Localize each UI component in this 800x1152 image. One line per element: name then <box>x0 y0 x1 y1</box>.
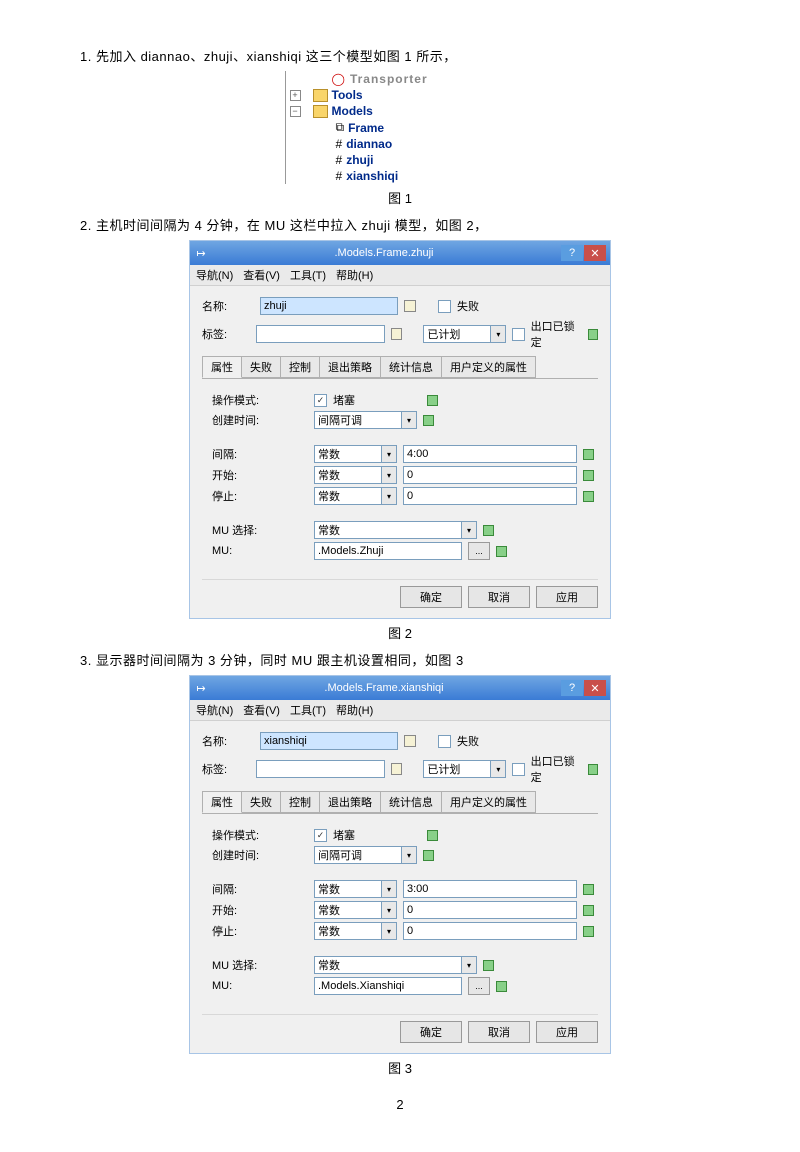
instruction-3: 3. 显示器时间间隔为 3 分钟，同时 MU 跟主机设置相同，如图 3 <box>80 650 720 669</box>
stop-field[interactable]: 0 <box>403 922 577 940</box>
interval-field[interactable]: 4:00 <box>403 445 577 463</box>
window-title: .Models.Frame.zhuji <box>208 247 560 259</box>
tab-userattr[interactable]: 用户定义的属性 <box>441 356 536 378</box>
window-title: .Models.Frame.xianshiqi <box>208 682 560 694</box>
tree-item: Models <box>332 104 373 118</box>
titlebar[interactable]: ↦ .Models.Frame.xianshiqi ? ✕ <box>190 676 610 700</box>
tag-field[interactable] <box>256 760 385 778</box>
tag-label: 标签: <box>202 326 250 342</box>
window-icon: ↦ <box>194 247 208 260</box>
tabs: 属性 失败 控制 退出策略 统计信息 用户定义的属性 <box>202 356 598 379</box>
tab-exit[interactable]: 退出策略 <box>319 356 381 378</box>
lock-checkbox[interactable] <box>512 328 524 341</box>
instruction-1: 1. 先加入 diannao、zhuji、xianshiqi 这三个模型如图 1… <box>80 46 720 65</box>
instruction-2: 2. 主机时间间隔为 4 分钟，在 MU 这栏中拉入 zhuji 模型，如图 2… <box>80 215 720 234</box>
tag-field[interactable] <box>256 325 385 343</box>
tab-exit[interactable]: 退出策略 <box>319 791 381 813</box>
tab-attributes[interactable]: 属性 <box>202 356 242 378</box>
apply-button[interactable]: 应用 <box>536 586 598 608</box>
start-field[interactable]: 0 <box>403 466 577 484</box>
close-icon[interactable]: ✕ <box>584 680 606 696</box>
close-icon[interactable]: ✕ <box>584 245 606 261</box>
browse-button[interactable]: ... <box>468 542 490 560</box>
model-tree: ◯ Transporter + Tools − Models ⧉ Frame #… <box>285 71 516 184</box>
mu-field[interactable]: .Models.Zhuji <box>314 542 462 560</box>
tab-control[interactable]: 控制 <box>280 791 320 813</box>
tab-control[interactable]: 控制 <box>280 356 320 378</box>
window-icon: ↦ <box>194 682 208 695</box>
page-number: 2 <box>80 1097 720 1112</box>
lock-icon[interactable] <box>391 328 402 340</box>
dialog-zhuji: ↦ .Models.Frame.zhuji ? ✕ 导航(N)查看(V)工具(T… <box>189 240 611 619</box>
tab-stats[interactable]: 统计信息 <box>380 791 442 813</box>
browse-button[interactable]: ... <box>468 977 490 995</box>
name-field[interactable]: xianshiqi <box>260 732 398 750</box>
tree-item: Tools <box>332 88 363 102</box>
ok-button[interactable]: 确定 <box>400 1021 462 1043</box>
tab-stats[interactable]: 统计信息 <box>380 356 442 378</box>
tree-item: diannao <box>346 137 392 151</box>
dialog-xianshiqi: ↦ .Models.Frame.xianshiqi ? ✕ 导航(N)查看(V)… <box>189 675 611 1054</box>
caption-fig1: 图 1 <box>80 188 720 207</box>
caption-fig2: 图 2 <box>80 623 720 642</box>
green-icon[interactable] <box>427 395 438 406</box>
tree-item: xianshiqi <box>346 169 398 183</box>
apply-button[interactable]: 应用 <box>536 1021 598 1043</box>
lock-icon[interactable] <box>404 300 416 312</box>
green-icon[interactable] <box>588 329 598 340</box>
fail-checkbox[interactable] <box>438 300 451 313</box>
green-icon[interactable] <box>423 415 434 426</box>
cancel-button[interactable]: 取消 <box>468 586 530 608</box>
tab-userattr[interactable]: 用户定义的属性 <box>441 791 536 813</box>
ok-button[interactable]: 确定 <box>400 586 462 608</box>
block-checkbox[interactable]: ✓ <box>314 394 327 407</box>
menubar[interactable]: 导航(N)查看(V)工具(T)帮助(H) <box>190 265 610 286</box>
tab-fail[interactable]: 失败 <box>241 356 281 378</box>
tree-item: Transporter <box>350 72 428 86</box>
tab-fail[interactable]: 失败 <box>241 791 281 813</box>
help-icon[interactable]: ? <box>561 680 583 696</box>
titlebar[interactable]: ↦ .Models.Frame.zhuji ? ✕ <box>190 241 610 265</box>
interval-field[interactable]: 3:00 <box>403 880 577 898</box>
name-label: 名称: <box>202 298 254 314</box>
ctime-combo[interactable]: 间隔可调▾ <box>314 411 417 429</box>
menubar[interactable]: 导航(N)查看(V)工具(T)帮助(H) <box>190 700 610 721</box>
stop-field[interactable]: 0 <box>403 487 577 505</box>
tree-item: zhuji <box>346 153 373 167</box>
tab-attributes[interactable]: 属性 <box>202 791 242 813</box>
tree-item: Frame <box>348 121 384 135</box>
start-field[interactable]: 0 <box>403 901 577 919</box>
cancel-button[interactable]: 取消 <box>468 1021 530 1043</box>
mu-field[interactable]: .Models.Xianshiqi <box>314 977 462 995</box>
name-field[interactable]: zhuji <box>260 297 398 315</box>
caption-fig3: 图 3 <box>80 1058 720 1077</box>
help-icon[interactable]: ? <box>561 245 583 261</box>
plan-combo[interactable]: 已计划▾ <box>423 325 506 343</box>
